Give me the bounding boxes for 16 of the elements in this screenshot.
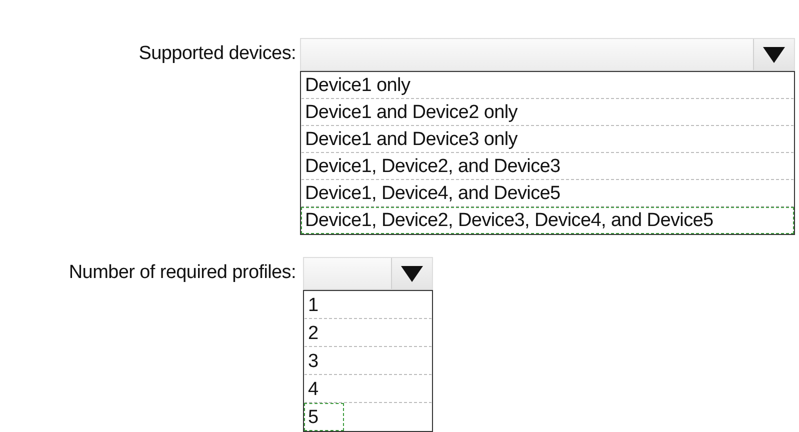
dropdown-option[interactable]: 1 xyxy=(304,291,432,319)
caret-icon xyxy=(400,264,424,282)
dropdown-option[interactable]: Device1 and Device2 only xyxy=(301,99,794,126)
dropdown-option[interactable]: Device1 and Device3 only xyxy=(301,126,794,153)
dropdown-option[interactable]: 3 xyxy=(304,347,432,375)
dropdown-option[interactable]: 2 xyxy=(304,319,432,347)
question-label: Number of required profiles: xyxy=(68,261,297,284)
dropdown-option[interactable]: 5 xyxy=(304,403,344,431)
dropdown-option[interactable]: Device1, Device2, Device3, Device4, and Device5 xyxy=(301,207,794,234)
question-label: Supported devices: xyxy=(138,42,297,65)
dropdown-option[interactable]: 4 xyxy=(304,375,432,403)
dropdown-option[interactable]: Device1, Device4, and Device5 xyxy=(301,180,794,207)
dropdown-option[interactable]: Device1, Device2, and Device3 xyxy=(301,153,794,180)
dropdown[interactable] xyxy=(303,257,433,290)
dropdown-option[interactable]: Device1 only xyxy=(301,72,794,99)
caret-icon xyxy=(762,46,786,64)
